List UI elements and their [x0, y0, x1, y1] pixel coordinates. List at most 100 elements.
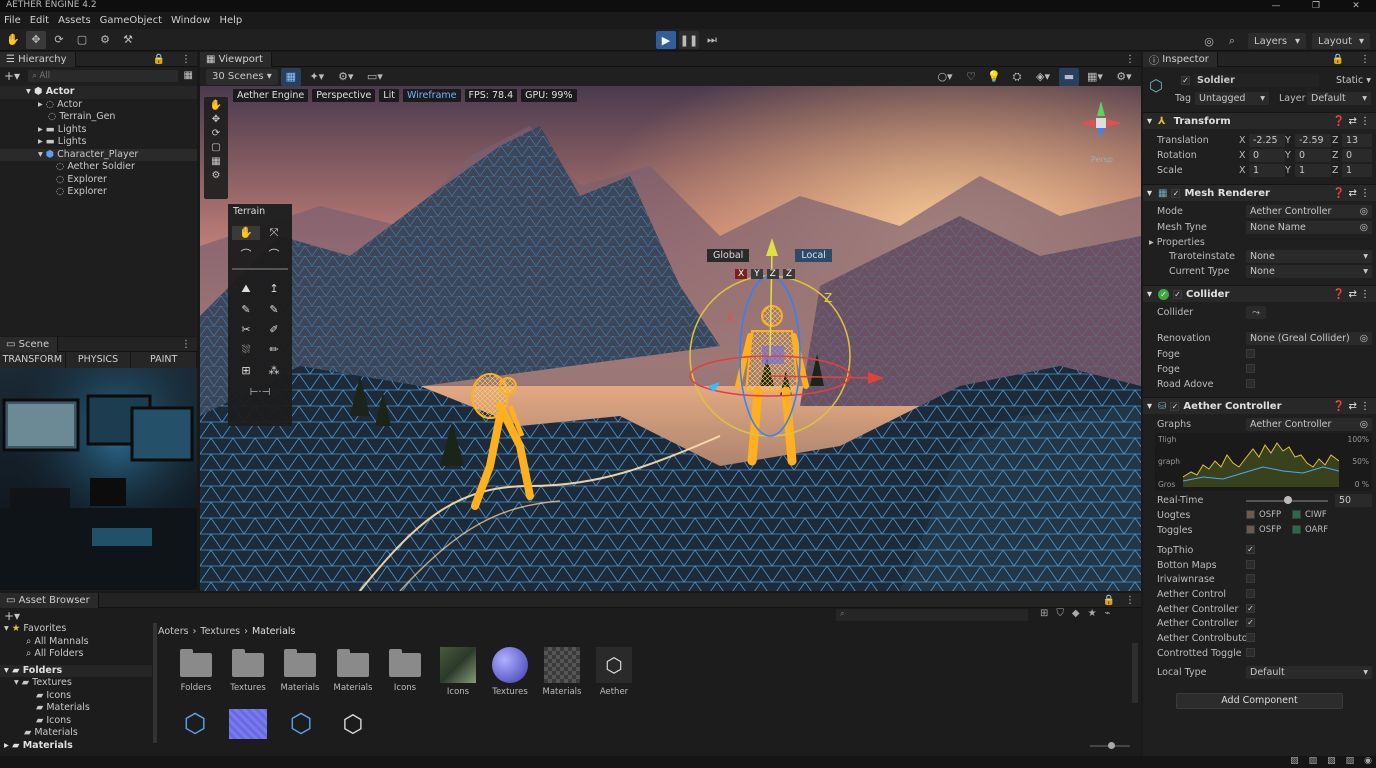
asset-folder-icons[interactable]: Icons: [379, 649, 431, 693]
close-button[interactable]: ✕: [1336, 0, 1376, 12]
move-tool-icon[interactable]: ✥: [26, 30, 46, 49]
hierarchy-search-input[interactable]: ⌕ All: [28, 69, 179, 82]
prefab-cube-icon[interactable]: ⬡: [176, 709, 214, 739]
menu-assets[interactable]: Assets: [58, 15, 91, 26]
breadcrumb-textures[interactable]: Textures: [200, 626, 240, 637]
component-menu-icons[interactable]: ❓ ⇄ ⋮: [1333, 188, 1370, 199]
grab-brush-icon[interactable]: ✋: [232, 226, 260, 240]
collab-icon[interactable]: ▨: [1327, 756, 1336, 766]
component-menu-icons[interactable]: ❓ ⇄ ⋮: [1333, 116, 1370, 127]
graphs-field[interactable]: Aether Controller ◎: [1246, 418, 1372, 431]
lit-chip[interactable]: Lit: [379, 89, 399, 102]
curve-a-icon[interactable]: ⌒: [232, 246, 260, 262]
search-icon[interactable]: ⌕: [1222, 32, 1242, 50]
tab-physics[interactable]: PHYSICS: [66, 352, 132, 368]
favorite-item-1[interactable]: ⌕ All Folders: [0, 648, 152, 661]
scenes-dropdown[interactable]: 30 Scenes ▾: [206, 68, 278, 85]
flag-checkbox-5[interactable]: ✓: [1246, 618, 1255, 627]
hierarchy-item-actor-root[interactable]: ▾ ⬢ Actor: [0, 86, 197, 99]
asset-search-input[interactable]: ⌕: [836, 609, 1028, 621]
hierarchy-item-character[interactable]: ▾ ⬢ Character_Player: [0, 148, 197, 161]
flag-checkbox-6[interactable]: [1246, 633, 1255, 642]
flatten-brush-icon[interactable]: ↥: [260, 282, 288, 296]
realtime-slider-handle[interactable]: [1284, 496, 1292, 504]
filter-label-icon[interactable]: ⛉: [1056, 608, 1064, 619]
brush-size-slider[interactable]: [232, 268, 288, 270]
axis-x-button[interactable]: X: [735, 269, 748, 279]
tab-transform[interactable]: TRANSFORM: [0, 352, 66, 368]
aether-controller-header[interactable]: ▾ ⛁ ✓ Aether Controller ❓ ⇄ ⋮: [1143, 397, 1376, 414]
flag-checkbox-1[interactable]: [1246, 560, 1255, 569]
flag-checkbox-0[interactable]: ✓: [1246, 545, 1255, 554]
filter-icon[interactable]: ▦: [184, 70, 193, 81]
inspector-tab[interactable]: ⓘ Inspector: [1143, 51, 1218, 67]
tree-item-3[interactable]: ▰ Icons: [0, 715, 152, 728]
renovation-field[interactable]: None (Greal Collider) ◎: [1246, 332, 1372, 345]
audio-icon[interactable]: ♡: [961, 68, 981, 86]
noise-brush-icon[interactable]: ✂: [232, 323, 260, 336]
asset-icons-texture[interactable]: Icons: [432, 647, 484, 697]
tree-item-4[interactable]: ▰ Materials: [0, 727, 152, 740]
collider-header[interactable]: ▾ ✓ ✓ Collider ❓ ⇄ ⋮: [1143, 285, 1376, 302]
settings-gear-icon[interactable]: ⚙▾: [1111, 68, 1137, 86]
rotation-x-field[interactable]: 0: [1249, 149, 1285, 162]
favorite-item-0[interactable]: ⌕ All Mannals: [0, 636, 152, 649]
camera-view-icon[interactable]: ▬: [1059, 67, 1079, 86]
mesh-type-field[interactable]: None Name ◎: [1246, 221, 1372, 234]
camera-icon[interactable]: ▭▾: [362, 68, 388, 86]
tag-dropdown[interactable]: Untagged ▾: [1195, 92, 1269, 105]
rotate-tool-icon[interactable]: ⟳: [49, 31, 69, 49]
more-icon[interactable]: ⋮: [1360, 54, 1370, 65]
hierarchy-item-lights-1[interactable]: ▸ ▬ Lights: [0, 124, 197, 137]
wireframe-chip[interactable]: Wireframe: [402, 89, 461, 102]
rect-tool-icon[interactable]: ▢: [72, 31, 92, 49]
asset-folder-folders[interactable]: Folders: [170, 649, 222, 693]
toggles-a-swatch[interactable]: [1246, 525, 1255, 534]
transform-header[interactable]: ▾ ⅄ Transform ❓ ⇄ ⋮: [1143, 112, 1376, 129]
raise-brush-icon[interactable]: ⛰: [232, 282, 260, 296]
network-icon[interactable]: ▨: [1309, 756, 1318, 766]
paint-brush-icon[interactable]: ✎: [232, 303, 260, 316]
custom-tool-icon[interactable]: ⚒: [118, 31, 138, 49]
flag-checkbox-7[interactable]: [1246, 648, 1255, 657]
pause-button[interactable]: ❚❚: [679, 31, 699, 49]
asset-materials-checker[interactable]: Materials: [536, 647, 588, 697]
play-button[interactable]: ▶: [656, 31, 676, 49]
stamp-brush-icon[interactable]: ⊞: [232, 364, 260, 377]
minimize-button[interactable]: —: [1256, 0, 1296, 12]
rotate-tool-icon[interactable]: ⟳: [212, 128, 220, 139]
menu-window[interactable]: Window: [171, 15, 210, 26]
prefab-variant-icon[interactable]: ⬡: [282, 709, 320, 739]
mesh-renderer-header[interactable]: ▾ ▦ ✓ Mesh Renderer ❓ ⇄ ⋮: [1143, 184, 1376, 201]
add-component-button[interactable]: Add Component: [1176, 693, 1343, 709]
mesh-renderer-checkbox[interactable]: ✓: [1171, 188, 1181, 198]
local-button[interactable]: Local: [795, 249, 832, 262]
scale-z-field[interactable]: 1: [1342, 164, 1372, 177]
foge-checkbox-2[interactable]: [1246, 364, 1255, 373]
cloud-icon[interactable]: ◎: [1199, 32, 1219, 50]
lock-icon[interactable]: 🔒: [153, 54, 165, 65]
notification-icon[interactable]: ◉: [1364, 756, 1372, 766]
hand-tool-icon[interactable]: ✋: [210, 100, 222, 111]
axis-z-button[interactable]: Z: [766, 269, 779, 279]
breadcrumb-materials[interactable]: Materials: [252, 626, 296, 637]
maximize-button[interactable]: ❐: [1296, 0, 1336, 12]
flag-checkbox-4[interactable]: ✓: [1246, 604, 1255, 613]
tree-item-0[interactable]: ▾ ▰ Textures: [0, 677, 152, 690]
hierarchy-item-terrain[interactable]: ◌ Terrain_Gen: [0, 111, 197, 124]
hierarchy-item-explorer-1[interactable]: ◌ Explorer: [0, 174, 197, 187]
more-icon[interactable]: ⋮: [181, 54, 191, 65]
more-icon[interactable]: ⋮: [181, 339, 191, 350]
rotation-y-field[interactable]: 0: [1295, 149, 1331, 162]
asset-textures-sphere[interactable]: Textures: [484, 647, 536, 697]
detail-brush-icon[interactable]: ✐: [260, 323, 288, 336]
tab-paint[interactable]: PAINT: [131, 352, 198, 368]
scene-view[interactable]: X Z Persp Aether Engine Perspective Lit …: [200, 86, 1141, 591]
layout-dropdown[interactable]: Layout ▾: [1312, 33, 1370, 49]
active-checkbox[interactable]: ✓: [1181, 76, 1190, 85]
viewport-tab[interactable]: ▦ Viewport: [200, 51, 272, 67]
scale-x-field[interactable]: 1: [1249, 164, 1285, 177]
rotation-z-field[interactable]: 0: [1342, 149, 1372, 162]
render-icon[interactable]: ⚙▾: [333, 68, 359, 86]
normal-map-icon[interactable]: [229, 709, 267, 739]
